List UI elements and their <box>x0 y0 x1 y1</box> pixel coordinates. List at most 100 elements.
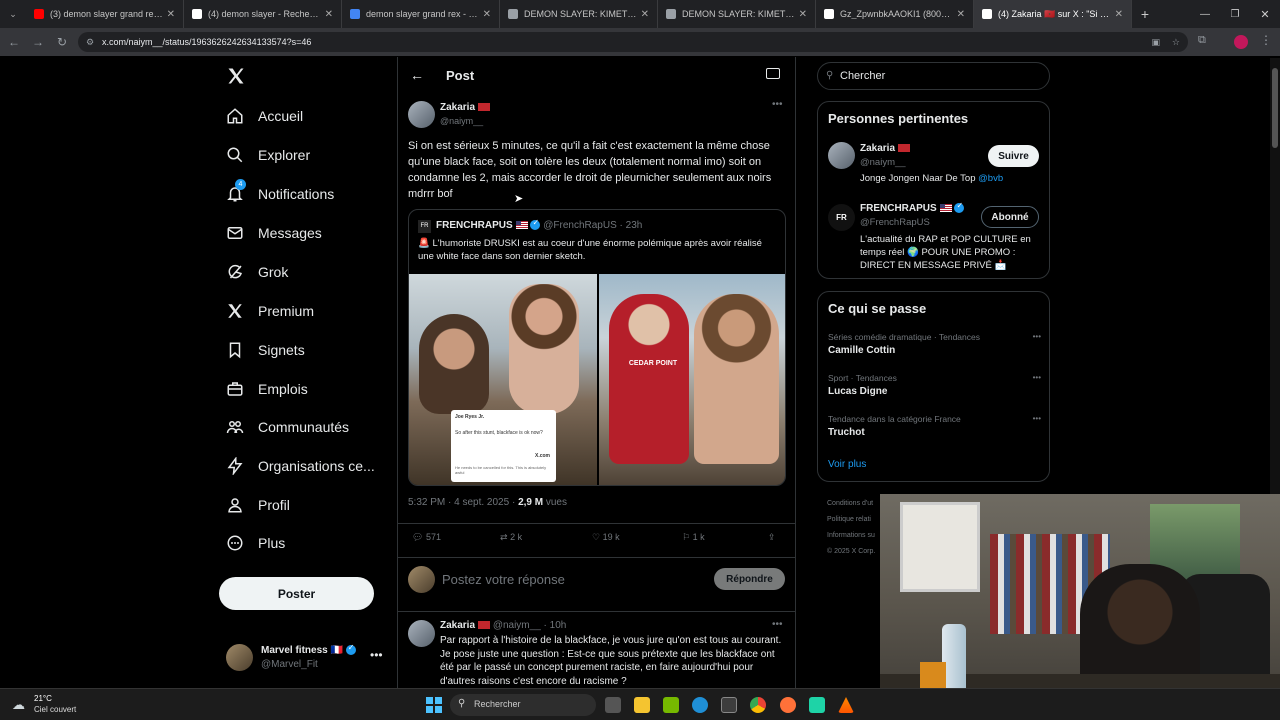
search-input[interactable]: ⚲ Chercher <box>817 62 1050 90</box>
post-author-name[interactable]: Zakaria <box>440 102 475 113</box>
discord-icon[interactable] <box>809 697 825 713</box>
browser-tab[interactable]: (4) Zakaria 🇲🇦 sur X : "Si on es ✕ <box>974 0 1132 28</box>
new-tab-button[interactable]: + <box>1132 6 1158 22</box>
browser-tab[interactable]: DEMON SLAYER: KIMETSU NO ✕ <box>658 0 816 28</box>
person-name-zakaria[interactable]: Zakaria <box>860 143 895 154</box>
nav-premium[interactable]: Premium <box>226 296 314 326</box>
reader-icon[interactable] <box>766 68 780 79</box>
x-logo[interactable] <box>226 66 246 86</box>
firefox-icon[interactable] <box>780 697 796 713</box>
profile-avatar[interactable] <box>1234 35 1248 49</box>
post-timestamp[interactable]: 5:32 PM · 4 sept. 2025 · <box>408 497 518 508</box>
like-action[interactable]: ♡ 19 k <box>592 532 620 543</box>
reply-composer-avatar <box>408 566 435 593</box>
browser-tab[interactable]: (3) demon slayer grand rex - Yo ✕ <box>26 0 184 28</box>
close-tab-icon[interactable]: ✕ <box>641 9 649 20</box>
close-tab-icon[interactable]: ✕ <box>167 9 175 20</box>
start-button[interactable] <box>426 697 442 713</box>
post-more-icon[interactable]: ••• <box>772 99 783 110</box>
chrome-icon[interactable] <box>750 697 766 713</box>
close-tab-icon[interactable]: ✕ <box>1115 9 1123 20</box>
nvidia-icon[interactable] <box>663 697 679 713</box>
page-icon <box>508 9 518 19</box>
quote-media-left[interactable]: Joe Ryes Jr. So after this stunt, blackf… <box>409 274 597 485</box>
back-icon[interactable]: ← <box>2 35 26 49</box>
extensions-icon[interactable]: ⧉ <box>1198 34 1206 47</box>
reload-icon[interactable]: ↻ <box>50 35 74 49</box>
nav-communities[interactable]: Communautés <box>226 412 349 442</box>
task-view-icon[interactable] <box>605 697 621 713</box>
relevant-people-title: Personnes pertinentes <box>828 111 969 126</box>
footer-terms[interactable]: Conditions d'ut <box>827 496 875 512</box>
reply-author-avatar[interactable] <box>408 620 435 647</box>
person-avatar-zakaria[interactable] <box>828 142 855 169</box>
share-icon[interactable]: ⇪ <box>768 532 776 543</box>
browser-tab[interactable]: DEMON SLAYER: KIMETSU NO ✕ <box>500 0 658 28</box>
forward-icon[interactable]: → <box>26 35 50 49</box>
nav-home[interactable]: Accueil <box>226 101 303 131</box>
trend-more-icon[interactable]: ••• <box>1033 414 1041 423</box>
install-app-icon[interactable]: ▣ <box>1151 32 1160 52</box>
person-bio-link[interactable]: @bvb <box>978 173 1003 184</box>
close-tab-icon[interactable]: ✕ <box>325 9 333 20</box>
post-author-avatar[interactable] <box>408 101 435 128</box>
reply-more-icon[interactable]: ••• <box>772 619 783 630</box>
trend-item[interactable]: Tendance dans la catégorie France Trucho… <box>828 414 1043 444</box>
trend-more-icon[interactable]: ••• <box>1033 373 1041 382</box>
compose-post-button[interactable]: Poster <box>219 577 374 610</box>
nav-more[interactable]: Plus <box>226 528 285 558</box>
browser-menu-icon[interactable]: ⋮ <box>1260 33 1272 47</box>
person-name-frenchrapus[interactable]: FRENCHRAPUS <box>860 203 937 214</box>
store-icon[interactable] <box>721 697 737 713</box>
nav-organizations[interactable]: Organisations ce... <box>226 451 375 481</box>
person-avatar-frenchrapus[interactable]: FR <box>828 204 855 231</box>
close-tab-icon[interactable]: ✕ <box>483 9 491 20</box>
nav-messages[interactable]: Messages <box>226 218 322 248</box>
account-handle: @Marvel_Fit <box>261 659 318 670</box>
trend-more-icon[interactable]: ••• <box>1033 332 1041 341</box>
nav-jobs[interactable]: Emplois <box>226 374 308 404</box>
nav-bookmarks[interactable]: Signets <box>226 335 305 365</box>
maximize-icon[interactable]: ❐ <box>1220 9 1250 20</box>
bookmark-action[interactable]: ⚐ 1 k <box>682 532 705 543</box>
trend-item[interactable]: Séries comédie dramatique · Tendances Ca… <box>828 332 1043 362</box>
close-window-icon[interactable]: ✕ <box>1250 8 1280 21</box>
vlc-icon[interactable] <box>838 697 854 713</box>
trend-item[interactable]: Sport · Tendances Lucas Digne ••• <box>828 373 1043 403</box>
minimize-icon[interactable]: — <box>1190 9 1220 20</box>
edge-icon[interactable] <box>692 697 708 713</box>
back-arrow-icon[interactable]: ← <box>410 67 424 83</box>
repost-action[interactable]: ⇄ 2 k <box>500 532 522 543</box>
browser-tab[interactable]: Gz_ZpwnbkAAOKI1 (800×600) ✕ <box>816 0 974 28</box>
close-tab-icon[interactable]: ✕ <box>957 9 965 20</box>
scrollbar-thumb[interactable] <box>1272 68 1278 148</box>
taskbar-search[interactable]: ⚲ Rechercher <box>450 694 596 716</box>
account-more-icon[interactable]: ••• <box>370 648 383 662</box>
nav-grok[interactable]: Grok <box>226 257 288 287</box>
follow-button[interactable]: Suivre <box>988 145 1039 167</box>
tab-search-button[interactable]: ⌄ <box>0 0 26 28</box>
reply-action[interactable]: 💬︎ 571 <box>412 532 441 543</box>
reply-author-name[interactable]: Zakaria <box>440 620 475 631</box>
url-bar[interactable]: ⚙ x.com/naiym__/status/19636262426341335… <box>78 32 1188 52</box>
footer-info[interactable]: Informations su <box>827 528 875 544</box>
post-author-handle[interactable]: @naiym__ <box>440 116 483 126</box>
footer-privacy[interactable]: Politique relati <box>827 512 875 528</box>
nav-notifications[interactable]: 4 Notifications <box>226 179 334 209</box>
nav-explore[interactable]: Explorer <box>226 140 310 170</box>
file-explorer-icon[interactable] <box>634 697 650 713</box>
weather-temp: 21°C <box>34 694 52 703</box>
show-more-link[interactable]: Voir plus <box>828 459 866 470</box>
following-button[interactable]: Abonné <box>981 206 1039 228</box>
browser-tab[interactable]: demon slayer grand rex - Reche ✕ <box>342 0 500 28</box>
reply-submit-button[interactable]: Répondre <box>714 568 785 590</box>
browser-tab[interactable]: (4) demon slayer - Recherche / ✕ <box>184 0 342 28</box>
close-tab-icon[interactable]: ✕ <box>799 9 807 20</box>
account-switcher[interactable]: Marvel fitness 🇫🇷 @Marvel_Fit ••• <box>226 642 386 674</box>
reply-input[interactable]: Postez votre réponse <box>442 572 565 587</box>
bookmark-star-icon[interactable]: ☆ <box>1172 32 1180 52</box>
quote-media-right[interactable]: CEDAR POINT <box>599 274 785 485</box>
nav-profile[interactable]: Profil <box>226 490 290 520</box>
site-info-icon[interactable]: ⚙ <box>86 32 94 52</box>
quoted-post[interactable]: FR FRENCHRAPUS @FrenchRapUS · 23h 🚨 L'hu… <box>408 209 786 486</box>
